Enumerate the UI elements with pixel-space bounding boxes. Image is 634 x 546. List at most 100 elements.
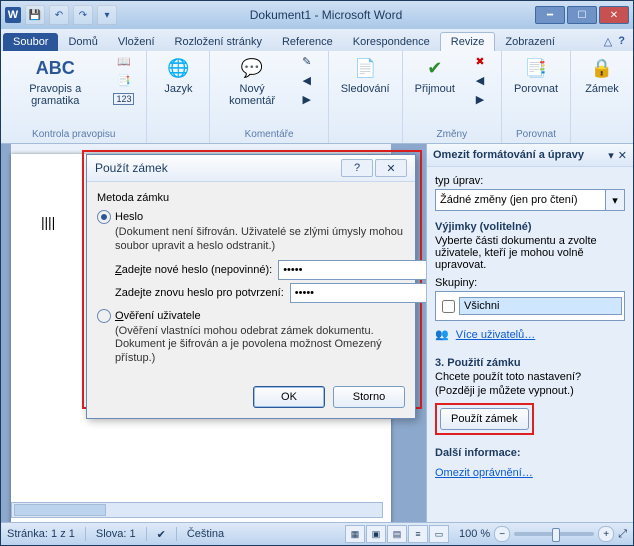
delete-comment-button[interactable]: ✎ — [294, 53, 320, 70]
view-outline[interactable]: ≡ — [408, 525, 428, 543]
groups-label: Skupiny: — [435, 277, 625, 289]
password-confirm-input[interactable] — [290, 283, 426, 303]
prev-change-icon: ◀ — [476, 74, 484, 87]
status-proof-icon[interactable]: ✔ — [157, 528, 166, 541]
zoom-fit-icon[interactable]: ⤢ — [618, 528, 627, 541]
tab-review[interactable]: Revize — [440, 32, 496, 51]
radio-userauth-label: Ověření uživatele — [115, 310, 201, 322]
tab-view[interactable]: Zobrazení — [495, 33, 565, 51]
document-page[interactable]: | | | | Použít zámek ? ✕ Metoda zámku — [11, 154, 391, 522]
wordcount-icon: 123 — [113, 93, 134, 105]
protect-button[interactable]: 🔒 Zámek — [579, 53, 625, 97]
side-dropdown-icon[interactable]: ▾ — [608, 149, 614, 162]
zoom-value[interactable]: 100 % — [459, 528, 490, 540]
chevron-down-icon: ▾ — [606, 189, 625, 211]
spellcheck-label: Pravopis a gramatika — [13, 83, 97, 107]
tab-insert[interactable]: Vložení — [108, 33, 165, 51]
document-area[interactable]: | | | | Použít zámek ? ✕ Metoda zámku — [1, 144, 426, 522]
language-button[interactable]: 🌐 Jazyk — [155, 53, 201, 97]
side-title: Omezit formátování a úpravy — [433, 149, 584, 161]
tab-layout[interactable]: Rozložení stránky — [165, 33, 272, 51]
group-everyone-checkbox[interactable] — [442, 300, 455, 313]
tab-file[interactable]: Soubor — [3, 33, 58, 51]
new-comment-button[interactable]: 💬 Nový komentář — [218, 53, 285, 109]
qat-save-icon[interactable]: 💾 — [25, 5, 45, 25]
group-everyone-label: Všichni — [459, 297, 622, 315]
next-comment-button[interactable]: ▶ — [294, 91, 320, 108]
users-icon: 👥 — [435, 329, 449, 341]
maximize-button[interactable]: ☐ — [567, 6, 597, 24]
apply-text2: (Později je můžete vypnout.) — [435, 385, 625, 397]
pw2-label: Zadejte znovu heslo pro potvrzení: — [115, 287, 284, 299]
dialog-help-button[interactable]: ? — [341, 159, 373, 177]
prev-change-button[interactable]: ◀ — [467, 72, 493, 89]
apply-lock-button[interactable]: Použít zámek — [440, 408, 529, 430]
reject-icon: ✖ — [475, 55, 484, 68]
book-icon: 📖 — [117, 55, 131, 68]
prev-icon: ◀ — [302, 74, 310, 87]
radio-password-indicator — [97, 210, 111, 224]
accept-button[interactable]: ✔ Přijmout — [411, 53, 459, 97]
status-words[interactable]: Slova: 1 — [96, 528, 136, 540]
status-page[interactable]: Stránka: 1 z 1 — [7, 528, 75, 540]
zoom-slider[interactable] — [514, 532, 594, 536]
status-language[interactable]: Čeština — [187, 528, 224, 540]
globe-icon: 🌐 — [164, 55, 192, 81]
wordcount-button[interactable]: 123 — [109, 91, 138, 107]
apply-button-highlight: Použít zámek — [435, 403, 534, 435]
zoom-out-button[interactable]: − — [494, 526, 510, 542]
tracking-icon: 📄 — [351, 55, 379, 81]
spellcheck-button[interactable]: ABC Pravopis a gramatika — [9, 53, 101, 109]
thesaurus-button[interactable]: 📑 — [109, 72, 138, 89]
horizontal-scrollbar[interactable] — [11, 502, 383, 518]
app-icon: W — [5, 7, 21, 23]
restrict-permission-link[interactable]: Omezit oprávnění… — [435, 467, 533, 479]
restrict-editing-pane: Omezit formátování a úpravy ▾ ✕ typ úpra… — [426, 144, 633, 522]
close-button[interactable]: ✕ — [599, 6, 629, 24]
radio-userauth[interactable]: Ověření uživatele Ověření uživatele — [97, 309, 405, 323]
qat-redo-icon[interactable]: ↷ — [73, 5, 93, 25]
window-title: Dokument1 - Microsoft Word — [117, 8, 535, 22]
tab-references[interactable]: Reference — [272, 33, 343, 51]
tracking-button[interactable]: 📄 Sledování — [337, 53, 394, 97]
compare-icon: 📑 — [522, 55, 550, 81]
compare-label: Porovnat — [514, 83, 558, 95]
delete-comment-icon: ✎ — [302, 55, 311, 68]
view-fullscreen[interactable]: ▣ — [366, 525, 386, 543]
qat-customize-icon[interactable]: ▾ — [97, 5, 117, 25]
prev-comment-button[interactable]: ◀ — [294, 72, 320, 89]
abc-check-icon: ABC — [41, 55, 69, 81]
help-icon[interactable]: ? — [618, 35, 625, 48]
edit-type-value: Žádné změny (jen pro čtení) — [435, 189, 606, 211]
password-input[interactable] — [278, 260, 426, 280]
side-close-icon[interactable]: ✕ — [618, 149, 627, 162]
tab-home[interactable]: Domů — [58, 33, 107, 51]
minimize-ribbon-icon[interactable]: △ — [604, 35, 612, 48]
edit-type-dropdown[interactable]: Žádné změny (jen pro čtení) ▾ — [435, 189, 625, 211]
cancel-button[interactable]: Storno — [333, 386, 405, 408]
protect-label: Zámek — [585, 83, 619, 95]
zoom-in-button[interactable]: + — [598, 526, 614, 542]
groups-listbox[interactable]: Všichni — [435, 291, 625, 321]
more-users-link[interactable]: Více uživatelů… — [456, 329, 535, 341]
dialog-close-button[interactable]: ✕ — [375, 159, 407, 177]
view-print-layout[interactable]: ▦ — [345, 525, 365, 543]
accept-label: Přijmout — [415, 83, 455, 95]
compare-button[interactable]: 📑 Porovnat — [510, 53, 562, 97]
next-icon: ▶ — [302, 93, 310, 106]
minimize-button[interactable]: ━ — [535, 6, 565, 24]
edit-type-label: typ úprav: — [435, 175, 625, 187]
ok-button[interactable]: OK — [253, 386, 325, 408]
qat-undo-icon[interactable]: ↶ — [49, 5, 69, 25]
tab-mailings[interactable]: Korespondence — [343, 33, 440, 51]
accept-icon: ✔ — [421, 55, 449, 81]
research-button[interactable]: 📖 — [109, 53, 138, 70]
radio-password[interactable]: Heslo — [97, 210, 405, 224]
view-web[interactable]: ▤ — [387, 525, 407, 543]
lock-icon: 🔒 — [588, 55, 616, 81]
group-changes-label: Změny — [437, 128, 468, 141]
next-change-button[interactable]: ▶ — [467, 91, 493, 108]
view-draft[interactable]: ▭ — [429, 525, 449, 543]
reject-button[interactable]: ✖ — [467, 53, 493, 70]
group-proofing-label: Kontrola pravopisu — [32, 128, 115, 141]
